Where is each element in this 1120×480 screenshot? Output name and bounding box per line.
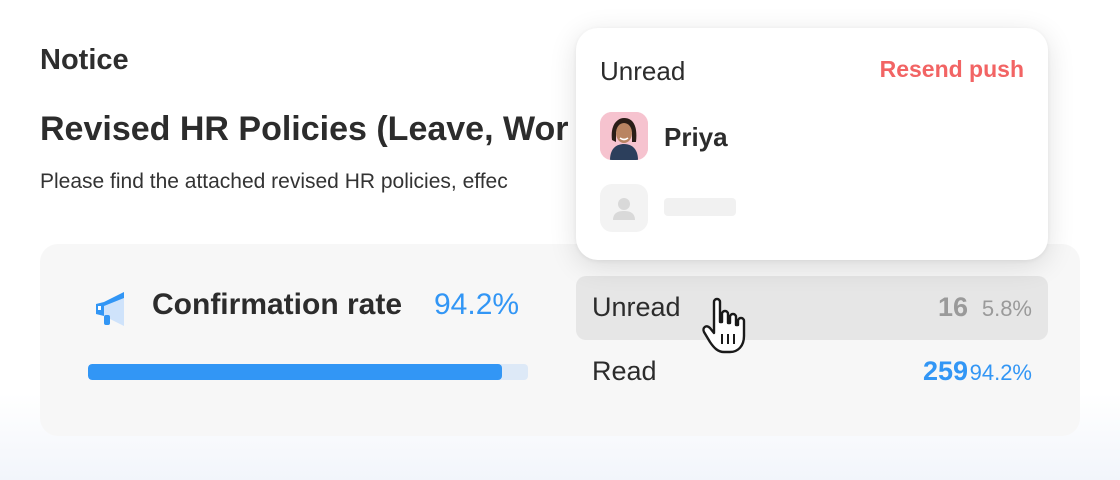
status-row-read[interactable]: Read 259 94.2% bbox=[576, 340, 1048, 404]
status-row-unread[interactable]: Unread 16 5.8% bbox=[576, 276, 1048, 340]
notice-label: Notice bbox=[40, 44, 129, 76]
status-count: 259 bbox=[922, 356, 968, 386]
status-label: Read bbox=[592, 356, 657, 386]
avatar bbox=[600, 184, 648, 232]
user-row[interactable]: Priya bbox=[600, 112, 1020, 160]
user-name-skeleton bbox=[664, 198, 736, 216]
confirmation-rate-label: Confirmation rate bbox=[152, 288, 403, 321]
status-count: 16 bbox=[937, 292, 968, 322]
unread-users-popover: Unread Resend push Priya bbox=[576, 28, 1048, 260]
status-percent: 94.2% bbox=[969, 360, 1032, 385]
hand-pointer-icon bbox=[702, 297, 746, 354]
user-photo-icon bbox=[600, 112, 648, 160]
placeholder-user-icon bbox=[613, 198, 635, 220]
confirmation-progress-fill bbox=[88, 364, 503, 380]
popover-title: Unread bbox=[600, 56, 686, 86]
megaphone-icon bbox=[96, 292, 124, 326]
avatar bbox=[600, 112, 648, 160]
notice-page: Notice Revised HR Policies (Leave, Wor P… bbox=[0, 0, 1120, 480]
resend-push-button[interactable]: Resend push bbox=[880, 56, 1024, 83]
confirmation-progress-bar bbox=[88, 364, 528, 380]
user-name: Priya bbox=[664, 122, 728, 152]
status-percent: 5.8% bbox=[981, 296, 1032, 321]
status-label: Unread bbox=[592, 292, 681, 322]
user-row[interactable] bbox=[600, 184, 1020, 232]
notice-title: Revised HR Policies (Leave, Wor bbox=[40, 110, 569, 148]
notice-body: Please find the attached revised HR poli… bbox=[40, 170, 508, 193]
confirmation-rate-value: 94.2% bbox=[434, 288, 520, 321]
confirmation-stats-card: Confirmation rate 94.2% Unread 16 5.8% R… bbox=[40, 244, 1080, 436]
